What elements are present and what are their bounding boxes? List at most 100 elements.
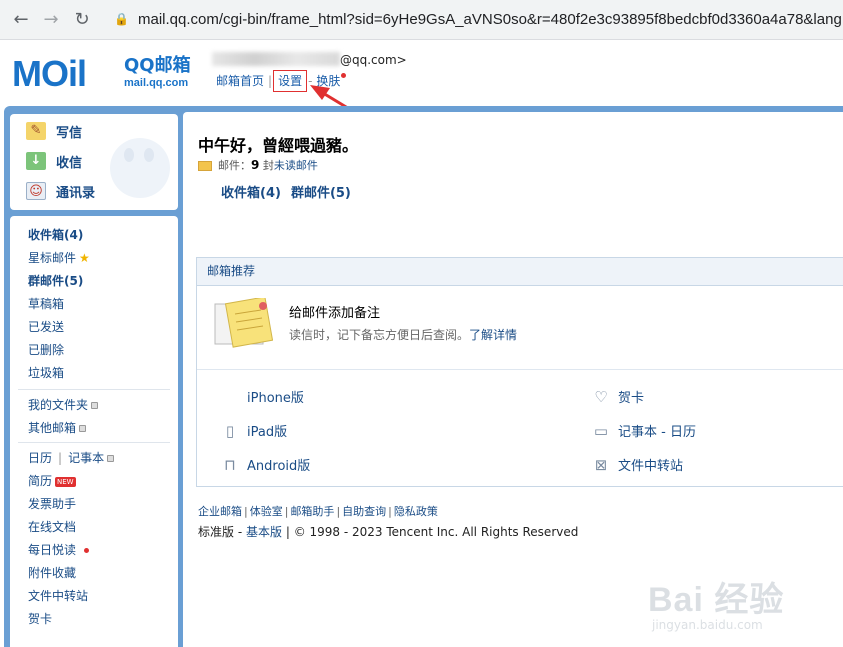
folder-other-mailbox[interactable]: 其他邮箱 — [28, 419, 87, 436]
folder-group[interactable]: 群邮件(5) — [28, 272, 83, 289]
folder-starred[interactable]: 星标邮件 ★ — [28, 249, 90, 266]
receive-button[interactable]: ↓ 收信 — [26, 150, 82, 172]
notes-link[interactable]: 记事本 — [68, 451, 104, 465]
edition-basic-link[interactable]: 基本版 — [246, 525, 282, 539]
transfer-icon: ⊠ — [594, 455, 608, 474]
logo[interactable]: MOil — [12, 56, 87, 92]
tool-daily[interactable]: 每日悦读 — [28, 541, 90, 558]
tablet-icon: ▯ — [225, 421, 235, 440]
logo-subtitle: mail.qq.com — [124, 77, 189, 89]
app-card-label: 贺卡 — [618, 391, 645, 406]
footer-link-lab[interactable]: 体验室 — [250, 505, 283, 518]
app-android[interactable]: ⊓ Android版 — [221, 455, 311, 475]
logo-title: QQ邮箱 — [124, 55, 191, 76]
address-bar[interactable]: mail.qq.com/cgi-bin/frame_html?sid=6yHe9… — [138, 11, 843, 28]
penguin-decoration-icon — [110, 138, 170, 198]
tool-docs[interactable]: 在线文档 — [28, 518, 76, 535]
app-notes-calendar[interactable]: ▭ 记事本 - 日历 — [592, 421, 696, 441]
watermark-url: jingyan.baidu.com — [652, 618, 763, 632]
app-android-label: Android版 — [247, 459, 311, 474]
folder-inbox[interactable]: 收件箱(4) — [28, 226, 83, 243]
footer-copyright: 标准版 - 基本版 | © 1998 - 2023 Tencent Inc. A… — [198, 523, 578, 540]
notification-dot — [341, 73, 347, 78]
resume-label: 简历 — [28, 474, 53, 488]
nav-home-link[interactable]: 邮箱首页 — [216, 74, 264, 88]
app-ipad[interactable]: ▯ iPad版 — [221, 421, 287, 441]
greeting: 中午好，曾經喂過豬。 — [198, 136, 359, 155]
my-folders-label: 我的文件夹 — [28, 398, 89, 412]
tip-desc-text: 读信时，记下备忘方便日后查阅。 — [289, 328, 470, 342]
footer-link-enterprise[interactable]: 企业邮箱 — [198, 505, 242, 518]
footer-links: 企业邮箱 | 体验室 | 邮箱助手 | 自助查询 | 隐私政策 — [198, 503, 438, 519]
memo-note-icon — [214, 298, 273, 348]
footer-link-selfservice[interactable]: 自助查询 — [342, 505, 386, 518]
notification-dot — [84, 548, 90, 553]
contacts-label: 通讯录 — [56, 185, 96, 201]
lock-icon — [79, 425, 87, 432]
folder-divider — [18, 389, 170, 390]
footer-sep: | — [336, 505, 341, 518]
daily-label: 每日悦读 — [28, 543, 77, 557]
app-transfer-label: 文件中转站 — [618, 459, 684, 474]
recommend-title: 邮箱推荐 — [197, 258, 843, 286]
contacts-icon: ☺ — [26, 182, 46, 200]
logo-text-block[interactable]: QQ邮箱 mail.qq.com — [124, 56, 191, 90]
folder-my-folders[interactable]: 我的文件夹 — [28, 396, 99, 413]
folder-spam[interactable]: 垃圾箱 — [28, 364, 64, 381]
forward-arrow-icon[interactable]: → — [40, 9, 62, 31]
lock-icon — [107, 455, 115, 462]
app-notes-calendar-label: 记事本 - 日历 — [618, 425, 696, 440]
tip-title: 给邮件添加备注 — [289, 306, 381, 321]
tool-resume[interactable]: 简历 NEW — [28, 472, 76, 489]
mail-header: MOil QQ邮箱 mail.qq.com — [0, 40, 843, 106]
folder-sent[interactable]: 已发送 — [28, 318, 64, 335]
apple-icon — [221, 388, 239, 406]
tool-transfer[interactable]: 文件中转站 — [28, 587, 88, 604]
mailbox-links: 收件箱(4) 群邮件(5) — [221, 182, 351, 201]
reload-icon[interactable]: ↻ — [71, 9, 93, 31]
back-arrow-icon[interactable]: ← — [10, 9, 32, 31]
learn-more-link[interactable]: 了解详情 — [469, 328, 517, 342]
heart-icon: ♡ — [594, 387, 608, 406]
folder-starred-label: 星标邮件 — [28, 251, 77, 265]
app-iphone[interactable]: iPhone版 — [221, 387, 304, 406]
app-transfer[interactable]: ⊠ 文件中转站 — [592, 455, 684, 475]
app-card[interactable]: ♡ 贺卡 — [592, 387, 645, 407]
tool-card[interactable]: 贺卡 — [28, 610, 52, 627]
footer-sep: | — [284, 505, 289, 518]
other-mailbox-label: 其他邮箱 — [28, 421, 77, 435]
folder-drafts[interactable]: 草稿箱 — [28, 295, 64, 312]
inbox-link[interactable]: 收件箱(4) — [221, 186, 281, 201]
blurred-account-name — [212, 52, 340, 66]
tip-description: 读信时，记下备忘方便日后查阅。了解详情 — [289, 326, 517, 343]
copyright-text: | © 1998 - 2023 Tencent Inc. All Rights … — [285, 525, 579, 539]
nav-separator: | — [268, 74, 273, 88]
folder-list: 收件箱(4) 星标邮件 ★ 群邮件(5) 草稿箱 已发送 已删除 垃圾箱 我的文件… — [10, 216, 178, 647]
calendar-link[interactable]: 日历 — [28, 451, 52, 465]
write-icon: ✎ — [26, 122, 46, 140]
lock-icon — [91, 402, 99, 409]
tools-calendar-notes: 日历 | 记事本 — [28, 449, 115, 466]
browser-toolbar: ← → ↻ 🔒 mail.qq.com/cgi-bin/frame_html?s… — [0, 0, 843, 40]
compose-button[interactable]: ✎ 写信 — [26, 120, 82, 142]
unread-summary: 邮件：9 封未读邮件 — [198, 157, 318, 173]
unread-link[interactable]: 未读邮件 — [274, 159, 318, 172]
unread-count: 9 — [251, 158, 260, 172]
pipe-separator: | — [58, 451, 63, 465]
edition-standard: 标准版 — [198, 525, 235, 539]
android-icon: ⊓ — [224, 455, 236, 474]
lock-icon[interactable]: 🔒 — [114, 12, 129, 26]
account-address: @qq.com> — [340, 53, 407, 67]
receive-icon: ↓ — [26, 152, 46, 170]
sidebar-actions: ✎ 写信 ↓ 收信 ☺ 通讯录 — [10, 114, 178, 210]
new-badge: NEW — [55, 476, 76, 487]
contacts-button[interactable]: ☺ 通讯录 — [26, 180, 95, 202]
footer-sep: | — [388, 505, 392, 518]
footer-sep: | — [244, 505, 248, 518]
tool-attachments[interactable]: 附件收藏 — [28, 564, 76, 581]
folder-deleted[interactable]: 已删除 — [28, 341, 64, 358]
group-mail-link[interactable]: 群邮件(5) — [291, 186, 351, 201]
footer-link-privacy[interactable]: 隐私政策 — [394, 505, 438, 518]
footer-link-assistant[interactable]: 邮箱助手 — [290, 505, 334, 518]
tool-invoice[interactable]: 发票助手 — [28, 495, 76, 512]
